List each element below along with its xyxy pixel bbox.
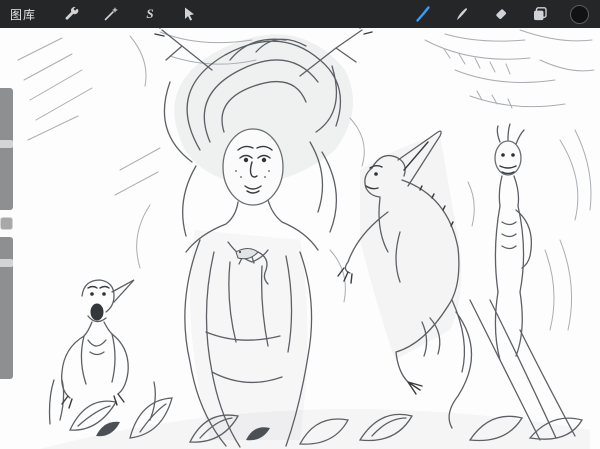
- selection-s-icon: S: [146, 6, 153, 22]
- paint-brush-button[interactable]: [412, 3, 434, 25]
- color-swatch: [570, 5, 589, 24]
- layers-icon: [531, 5, 549, 23]
- actions-button[interactable]: [61, 3, 83, 25]
- toolbar-left-group: 图库 S: [10, 3, 200, 25]
- eraser-icon: [492, 5, 510, 23]
- transform-button[interactable]: [178, 3, 200, 25]
- toolbar-right-group: [412, 3, 590, 25]
- tonal-washes: [40, 34, 590, 449]
- artwork-sketch: [0, 28, 600, 449]
- opacity-slider[interactable]: [0, 237, 13, 379]
- wrench-icon: [63, 5, 81, 23]
- cursor-arrow-icon: [180, 5, 198, 23]
- selection-button[interactable]: S: [139, 3, 161, 25]
- goblin-left: [62, 280, 134, 398]
- drawing-canvas[interactable]: [0, 28, 600, 449]
- paint-brush-icon: [414, 5, 432, 23]
- adjustments-button[interactable]: [100, 3, 122, 25]
- layers-button[interactable]: [529, 3, 551, 25]
- smudge-button[interactable]: [451, 3, 473, 25]
- modify-button[interactable]: [0, 217, 13, 230]
- brush-size-handle[interactable]: [0, 140, 13, 148]
- color-swatch-button[interactable]: [568, 3, 590, 25]
- left-sidebar: [0, 88, 13, 379]
- magic-wand-icon: [102, 5, 120, 23]
- smudge-brush-icon: [453, 5, 471, 23]
- gallery-button[interactable]: 图库: [10, 3, 36, 25]
- creature-far-right: [470, 124, 575, 440]
- top-toolbar: 图库 S: [0, 0, 600, 28]
- opacity-handle[interactable]: [0, 259, 13, 267]
- eraser-button[interactable]: [490, 3, 512, 25]
- brush-size-slider[interactable]: [0, 88, 13, 210]
